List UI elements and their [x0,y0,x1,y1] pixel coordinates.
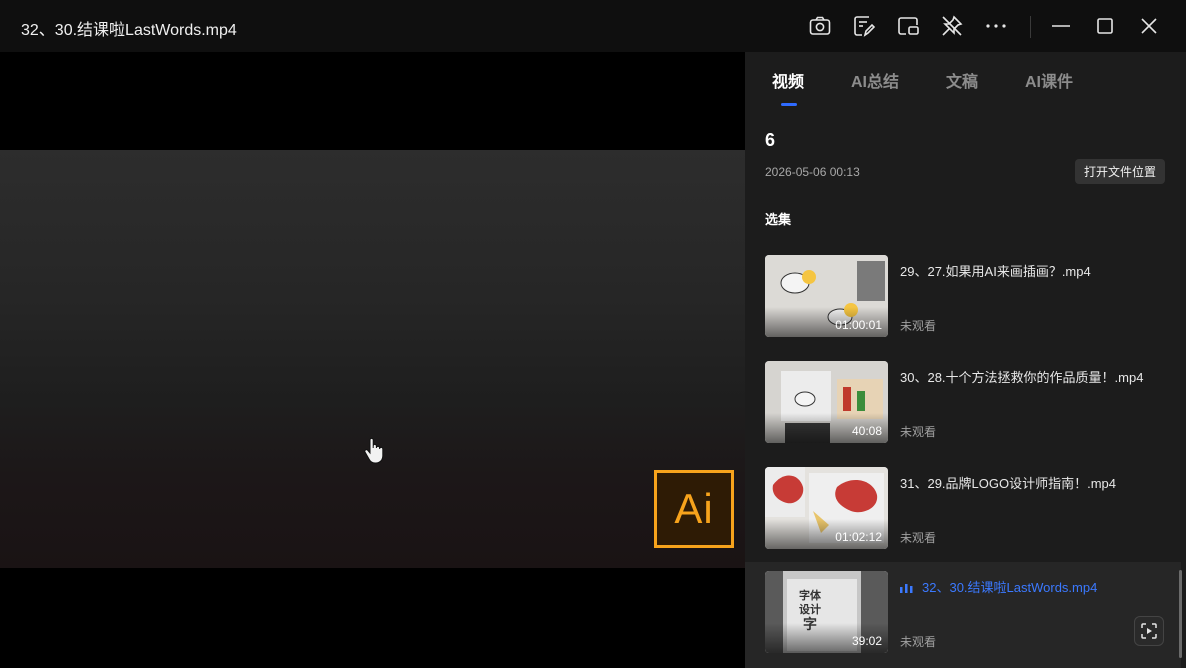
episode-duration: 39:02 [851,634,882,648]
close-icon[interactable] [1135,12,1163,40]
episode-title: 30、28.十个方法拯救你的作品质量！.mp4 [900,370,1144,385]
episode-item[interactable]: 01:02:12 31、29.品牌LOGO设计师指南！.mp4 未观看 [745,458,1181,564]
pin-off-icon[interactable] [938,12,966,40]
tab-transcript[interactable]: 文稿 [946,68,978,92]
active-tab-indicator [781,103,797,106]
toolbar-divider [1030,16,1031,38]
panel-tabs: 视频 AI总结 文稿 AI课件 [745,52,1186,112]
video-count: 6 [765,130,776,150]
episode-thumbnail: 40:08 [765,361,888,443]
locate-current-icon[interactable] [1134,616,1164,646]
panel-scrollbar[interactable] [1179,570,1182,658]
episode-item[interactable]: 01:00:01 29、27.如果用AI来画插画？.mp4 未观看 [745,246,1181,352]
window-title: 32、30.结课啦LastWords.mp4 [21,22,237,39]
edit-note-icon[interactable] [850,12,878,40]
video-player[interactable]: Ai [0,52,745,668]
hand-cursor-icon [363,437,387,470]
episode-duration: 01:00:01 [835,318,882,332]
episode-thumbnail: 字体 设计 字 39:02 [765,571,888,653]
logo-text: Ai [674,485,714,532]
episode-item[interactable]: 40:08 30、28.十个方法拯救你的作品质量！.mp4 未观看 [745,352,1181,458]
tab-video[interactable]: 视频 [772,68,804,92]
episode-title: 31、29.品牌LOGO设计师指南！.mp4 [900,476,1116,491]
date-label: 2026-05-06 00:13 [765,165,860,179]
episode-title: 32、30.结课啦LastWords.mp4 [900,577,1097,596]
episode-title-text: 32、30.结课啦LastWords.mp4 [922,580,1098,595]
illustrator-logo: Ai [654,470,734,548]
now-playing-icon [900,581,914,596]
video-frame[interactable]: Ai [0,150,745,568]
episode-duration: 40:08 [851,424,882,438]
episode-item-active[interactable]: 字体 设计 字 39:02 32、30.结课啦LastWords.mp4 未观看 [745,562,1181,668]
open-file-location-button[interactable]: 打开文件位置 [1075,159,1165,184]
title-bar: 32、30.结课啦LastWords.mp4 [0,0,1186,52]
minimize-icon[interactable] [1047,12,1075,40]
tab-ai-summary[interactable]: AI总结 [851,68,899,92]
episode-duration: 01:02:12 [835,530,882,544]
episode-status: 未观看 [900,635,937,649]
section-title: 选集 [765,212,792,227]
side-panel: 视频 AI总结 文稿 AI课件 6 2026-05-06 00:13 打开文件位… [745,52,1186,668]
episode-status: 未观看 [900,319,937,333]
episode-status: 未观看 [900,531,937,545]
camera-icon[interactable] [806,12,834,40]
episode-title: 29、27.如果用AI来画插画？.mp4 [900,264,1091,279]
thumb-text: 设计 [799,604,821,616]
tab-ai-courseware[interactable]: AI课件 [1025,68,1073,92]
maximize-icon[interactable] [1091,12,1119,40]
picture-in-picture-icon[interactable] [894,12,922,40]
thumb-text: 字体 [799,590,821,602]
episode-status: 未观看 [900,425,937,439]
episode-thumbnail: 01:00:01 [765,255,888,337]
episode-thumbnail: 01:02:12 [765,467,888,549]
more-icon[interactable] [982,12,1010,40]
